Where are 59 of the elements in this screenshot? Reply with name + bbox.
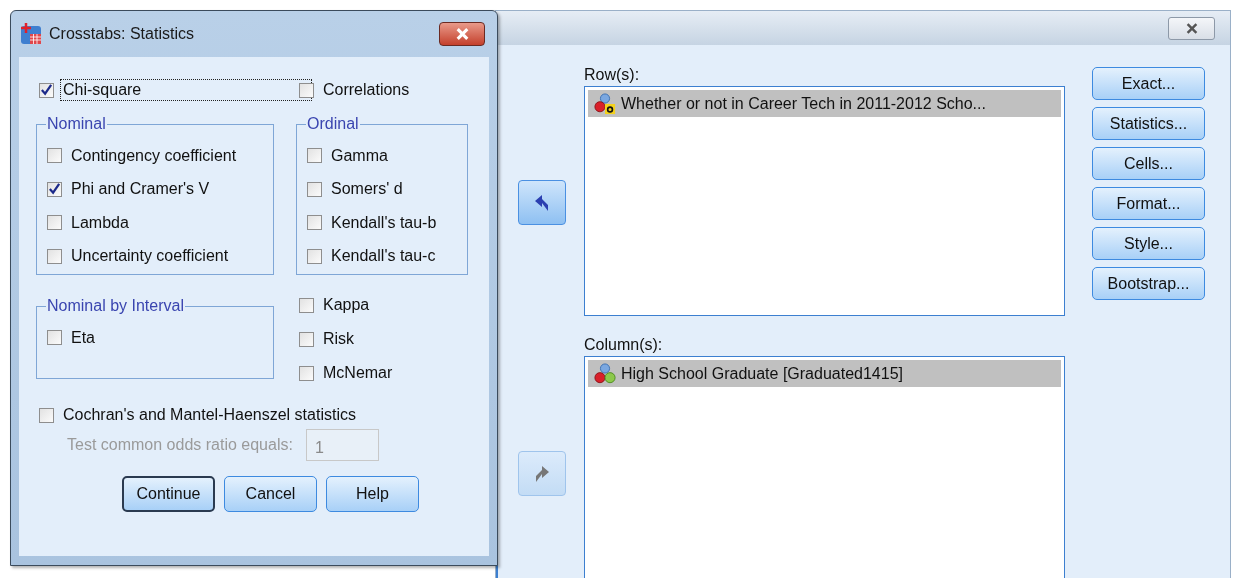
checkbox[interactable]	[39, 407, 54, 423]
checkbox[interactable]	[307, 181, 322, 197]
list-label: Row(s):	[584, 65, 641, 84]
group-title: Nominal	[46, 115, 107, 133]
variable-name: Whether or not in Career Tech in 2011-2012 Scho...	[621, 94, 986, 113]
dialog-button[interactable]: Continue	[122, 476, 215, 512]
close-button[interactable]	[1168, 16, 1215, 40]
crosstab-icon	[19, 22, 43, 46]
checkbox-label[interactable]: Lambda	[68, 211, 132, 234]
checkbox-label[interactable]: Risk	[320, 328, 358, 350]
checkbox-label[interactable]: Kendall's tau-c	[328, 245, 439, 268]
checkbox-label[interactable]: Somers' d	[328, 178, 406, 201]
group-title: Ordinal	[306, 115, 360, 133]
side-button[interactable]: Exact...	[1092, 67, 1205, 100]
variable-list[interactable]: High School Graduate [Graduated1415]	[584, 356, 1065, 578]
checkbox-label[interactable]: Gamma	[328, 144, 391, 167]
list-label: Column(s):	[584, 335, 664, 354]
checkbox[interactable]	[47, 215, 62, 231]
checkbox[interactable]	[47, 330, 62, 346]
checkbox-label[interactable]: McNemar	[320, 362, 396, 384]
checkbox-label[interactable]: Eta	[68, 326, 98, 349]
group-title: Nominal by Interval	[46, 297, 185, 315]
checkbox[interactable]	[299, 331, 314, 347]
checkbox[interactable]	[307, 215, 322, 231]
checkbox[interactable]	[47, 248, 62, 264]
dialog-button[interactable]: Help	[326, 476, 419, 512]
checkbox-label[interactable]: Phi and Cramer's V	[68, 178, 213, 201]
variable-icon	[593, 362, 617, 385]
checkbox-label[interactable]: Kendall's tau-b	[328, 211, 440, 234]
checkbox[interactable]	[47, 181, 62, 197]
dialog-button[interactable]: Cancel	[224, 476, 317, 512]
field-label: Test common odds ratio equals:	[67, 436, 293, 454]
close-icon	[1184, 22, 1199, 34]
close-icon	[454, 28, 470, 40]
checkbox-label[interactable]: Correlations	[320, 79, 413, 101]
variable-item[interactable]: Whether or not in Career Tech in 2011-2012 Scho...	[588, 90, 1061, 117]
side-button[interactable]: Statistics...	[1092, 107, 1205, 140]
side-button[interactable]: Cells...	[1092, 147, 1205, 180]
checkbox-label[interactable]: Contingency coefficient	[68, 144, 240, 167]
checkbox[interactable]	[307, 148, 322, 164]
close-button[interactable]	[439, 22, 485, 46]
window-title: Crosstabs: Statistics	[49, 25, 195, 43]
checkbox-label[interactable]: Kappa	[320, 294, 373, 316]
checkbox[interactable]	[39, 82, 54, 98]
checkbox-label[interactable]: Uncertainty coefficient	[68, 245, 232, 268]
checkbox-label[interactable]: Cochran's and Mantel-Haenszel statistics	[60, 404, 359, 426]
checkbox[interactable]	[47, 148, 62, 164]
variable-name: High School Graduate [Graduated1415]	[621, 364, 903, 383]
checkbox[interactable]	[307, 248, 322, 264]
side-button[interactable]: Style...	[1092, 227, 1205, 260]
checkbox[interactable]	[299, 297, 314, 313]
move-button[interactable]	[518, 180, 566, 225]
side-button[interactable]: Format...	[1092, 187, 1205, 220]
checkbox[interactable]	[299, 365, 314, 381]
variable-icon	[593, 92, 617, 115]
checkbox[interactable]	[299, 82, 314, 98]
variable-list[interactable]: Whether or not in Career Tech in 2011-2012 Scho...	[584, 86, 1065, 316]
side-button[interactable]: Bootstrap...	[1092, 267, 1205, 300]
variable-item[interactable]: High School Graduate [Graduated1415]	[588, 360, 1061, 387]
